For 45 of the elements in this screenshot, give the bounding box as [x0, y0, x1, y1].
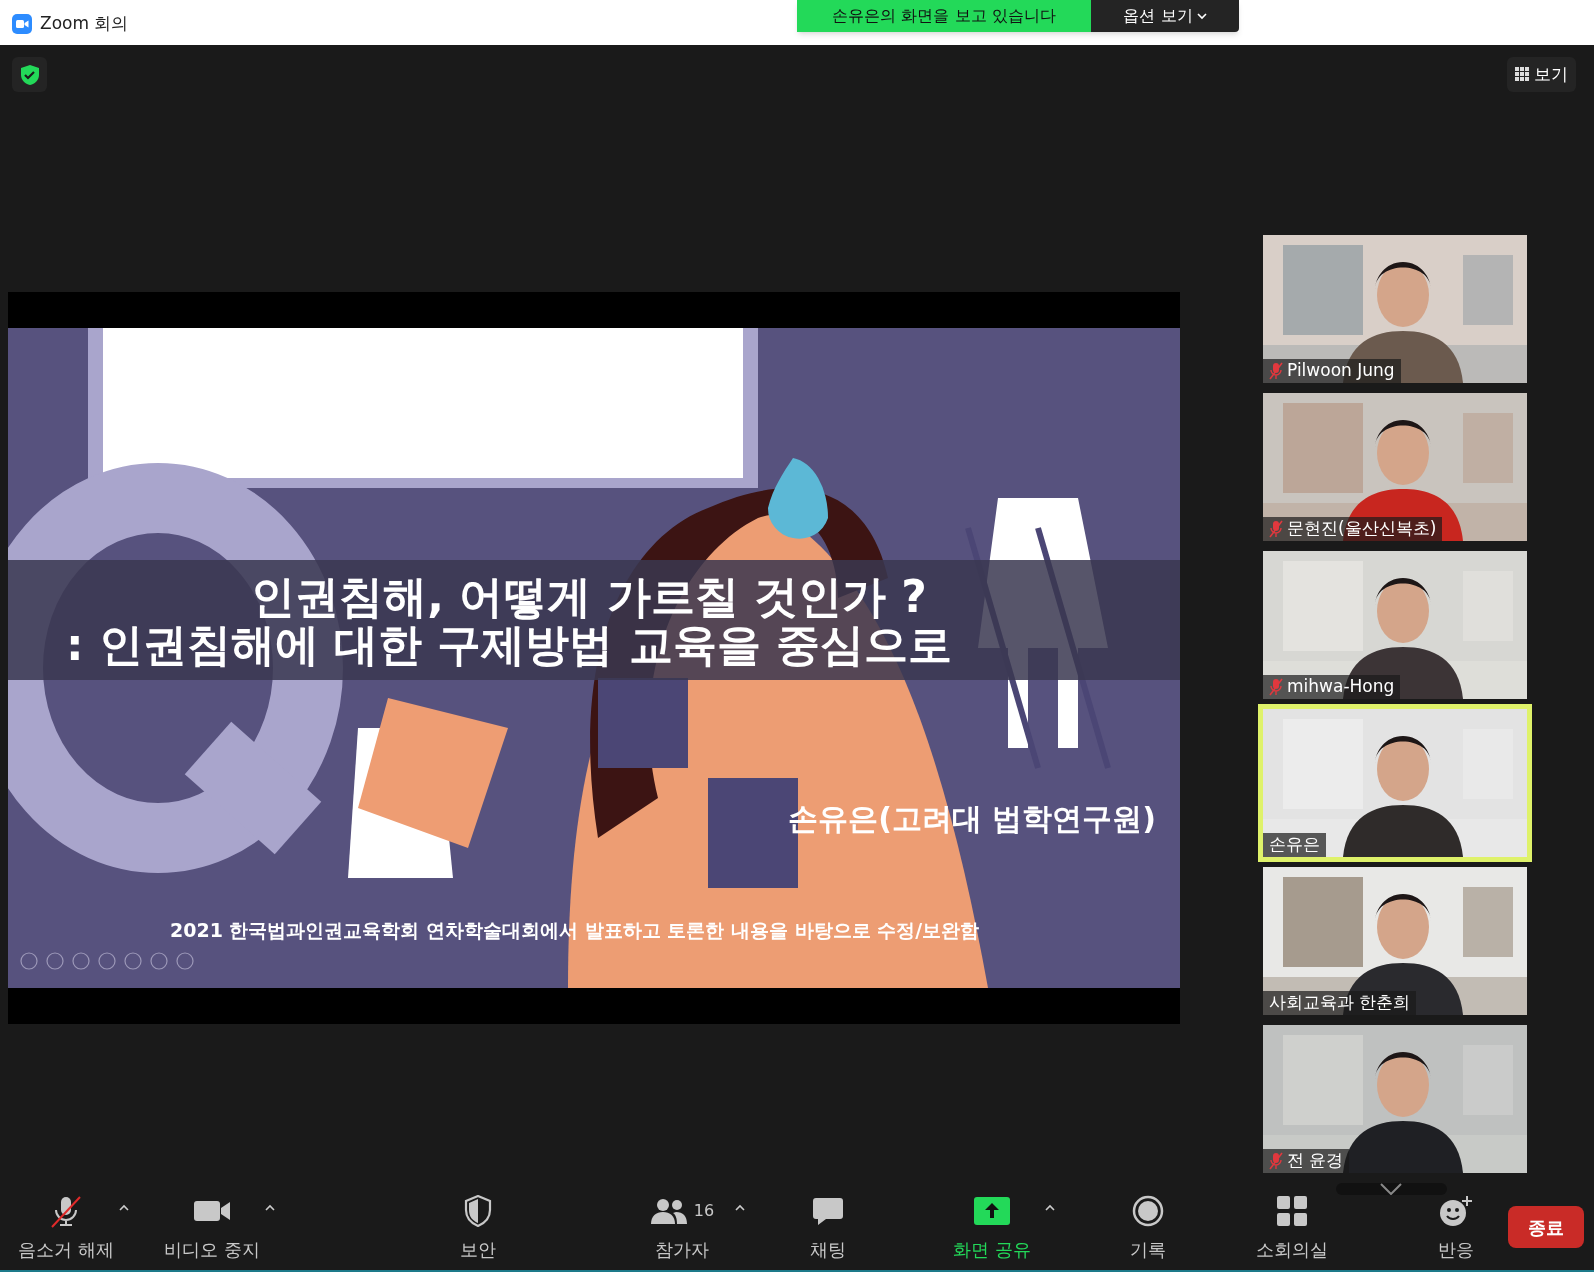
camera-logo-icon — [12, 13, 32, 34]
shield-check-icon — [19, 63, 40, 86]
muted-microphone-icon — [1269, 362, 1283, 380]
people-icon — [649, 1196, 688, 1225]
caret-icon[interactable] — [734, 1203, 746, 1212]
muted-microphone-icon — [1269, 1152, 1283, 1170]
participant-name: Pilwoon Jung — [1287, 359, 1395, 383]
muted-microphone-icon — [1269, 520, 1283, 538]
grid-icon — [1515, 67, 1530, 82]
grid-squares-icon — [1276, 1194, 1308, 1227]
participant-name: 사회교육과 한춘희 — [1269, 991, 1411, 1015]
share-screen-icon — [974, 1196, 1010, 1225]
participant-count: 16 — [693, 1199, 715, 1222]
window-title: Zoom 회의 — [40, 12, 129, 35]
participant-name: 전 윤경 — [1287, 1149, 1344, 1173]
toolbar-button[interactable]: 기록 — [1096, 1191, 1200, 1263]
toolbar-button[interactable]: 소회의실 — [1240, 1191, 1344, 1263]
smiley-plus-icon — [1439, 1194, 1473, 1227]
slide-title: : 인권침해에 대한 구제방법 교육을 중심으로 — [65, 621, 953, 669]
end-button[interactable]: 종료 — [1508, 1206, 1584, 1248]
record-icon — [1132, 1194, 1164, 1227]
toolbar-button[interactable]: 음소거 해제 — [14, 1191, 118, 1263]
view-button[interactable]: 보기 — [1507, 57, 1576, 92]
shield-icon — [464, 1194, 492, 1227]
toolbar-button[interactable]: 비디오 중지 — [160, 1191, 264, 1263]
muted-microphone-icon — [1269, 678, 1283, 696]
view-options-button[interactable]: 옵션 보기 — [1091, 0, 1239, 32]
caret-icon[interactable] — [264, 1203, 276, 1212]
participant-name: 문현진(울산신복초) — [1287, 517, 1437, 541]
sharing-banner: 손유은의 화면을 보고 있습니다 — [797, 0, 1091, 32]
chevron-down-icon — [1380, 1183, 1402, 1195]
scroll-down-button[interactable] — [1335, 1183, 1447, 1195]
participant-name: 손유은 — [1269, 833, 1320, 857]
toolbar-button[interactable]: 보안 — [426, 1191, 530, 1263]
toolbar-button[interactable]: 채팅 — [776, 1191, 880, 1263]
chevron-down-icon — [1196, 12, 1207, 20]
speech-bubble-icon — [812, 1195, 844, 1226]
caret-icon[interactable] — [118, 1203, 130, 1212]
toolbar-button[interactable]: 화면 공유 — [940, 1191, 1044, 1263]
caret-icon[interactable] — [1044, 1203, 1056, 1212]
shield-badge[interactable] — [12, 57, 47, 92]
participant-name: mihwa-Hong — [1287, 675, 1395, 699]
slide-title: 인권침해, 어떻게 가르칠 것인가 ? — [251, 573, 927, 621]
toolbar-button[interactable]: 16 참가자 — [630, 1191, 734, 1263]
toolbar-button[interactable]: 반응 — [1404, 1191, 1508, 1263]
